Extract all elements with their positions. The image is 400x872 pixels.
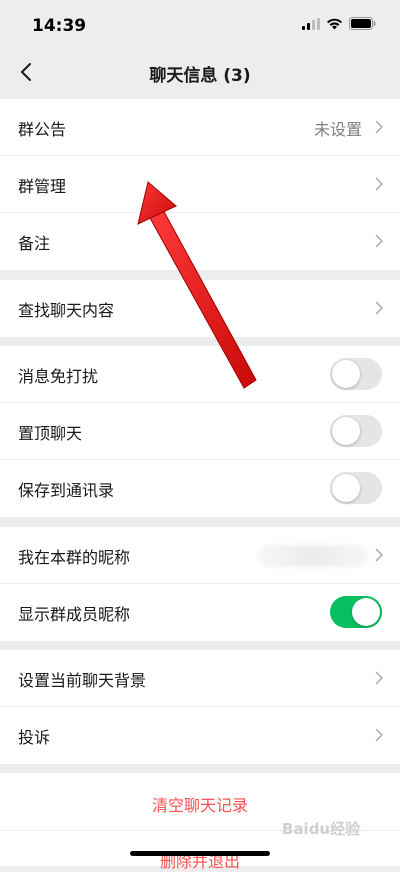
row-group-notice[interactable]: 群公告 未设置 [0,99,400,156]
settings-group-search: 查找聊天内容 [0,280,400,337]
pin-toggle[interactable] [330,415,382,447]
row-mute: 消息免打扰 [0,346,400,403]
status-bar: 14:39 [0,0,400,50]
chevron-right-icon [375,548,384,562]
row-chat-background[interactable]: 设置当前聊天背景 [0,650,400,707]
mute-toggle[interactable] [330,358,382,390]
row-label: 我在本群的昵称 [18,548,131,567]
row-label: 显示群成员昵称 [18,605,131,624]
signal-icon [302,17,320,30]
save-contacts-toggle[interactable] [330,472,382,504]
settings-group-misc: 设置当前聊天背景 投诉 [0,650,400,764]
settings-group-info: 群公告 未设置 群管理 备注 [0,99,400,270]
show-nicknames-toggle[interactable] [330,596,382,628]
row-label: 保存到通讯录 [18,481,115,500]
home-indicator [130,851,270,856]
page-title: 聊天信息 (3) [149,66,251,86]
status-time: 14:39 [32,16,87,36]
blurred-nickname [258,545,368,567]
row-pin: 置顶聊天 [0,403,400,460]
baidu-watermark: Baidu经验 [282,820,361,838]
row-label: 投诉 [18,728,51,747]
row-save-contacts: 保存到通讯录 [0,460,400,517]
chevron-right-icon [375,301,384,315]
row-group-manage[interactable]: 群管理 [0,156,400,213]
clear-history-button[interactable]: 清空聊天记录 [0,792,400,816]
status-icons [302,17,376,30]
wifi-icon [327,18,342,29]
chevron-right-icon [375,728,384,742]
row-label: 查找聊天内容 [18,301,115,320]
row-label: 群公告 [18,120,67,139]
settings-group-toggles: 消息免打扰 置顶聊天 保存到通讯录 [0,346,400,517]
nav-bar: 聊天信息 (3) [0,50,400,94]
row-show-nicknames: 显示群成员昵称 [0,584,400,641]
row-label: 备注 [18,234,51,253]
row-label: 置顶聊天 [18,424,83,443]
row-remark[interactable]: 备注 [0,213,400,270]
row-my-nickname[interactable]: 我在本群的昵称 [0,527,400,584]
row-label: 消息免打扰 [18,367,99,386]
row-label: 设置当前聊天背景 [18,671,147,690]
chevron-right-icon [375,177,384,191]
row-search-history[interactable]: 查找聊天内容 [0,280,400,337]
chevron-right-icon [375,671,384,685]
row-report[interactable]: 投诉 [0,707,400,764]
chevron-right-icon [375,234,384,248]
chevron-right-icon [375,120,384,134]
row-value: 未设置 [313,120,362,139]
row-label: 群管理 [18,177,67,196]
settings-group-nickname: 我在本群的昵称 显示群成员昵称 [0,527,400,641]
battery-icon [349,17,376,30]
